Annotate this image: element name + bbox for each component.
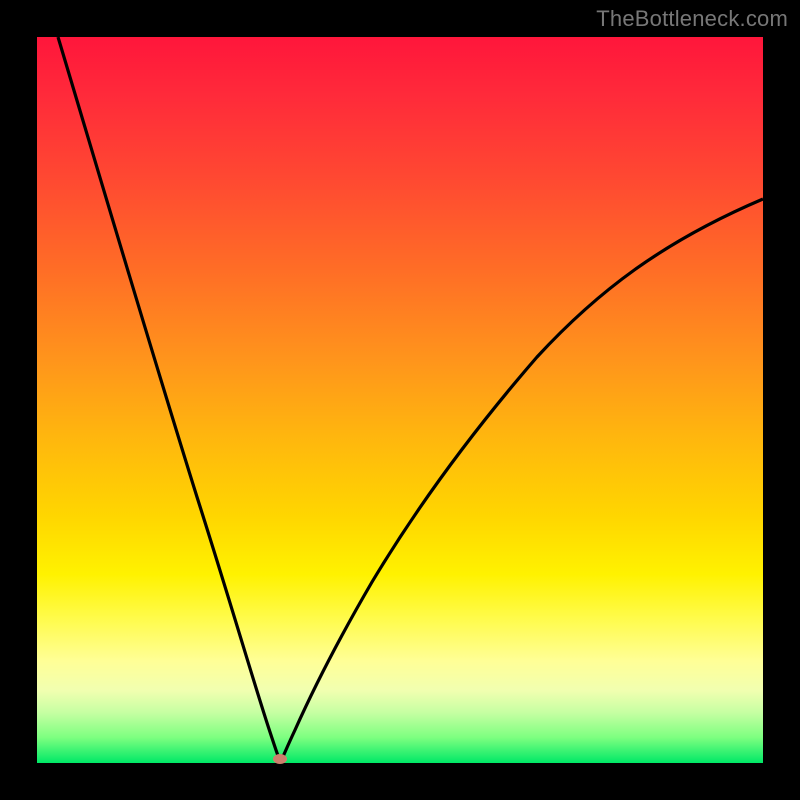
watermark-text: TheBottleneck.com [596, 6, 788, 32]
chart-container: TheBottleneck.com [0, 0, 800, 800]
plot-area [37, 37, 763, 763]
curve-path [58, 37, 763, 762]
bottleneck-curve [37, 37, 763, 763]
optimal-point-marker [273, 754, 287, 764]
